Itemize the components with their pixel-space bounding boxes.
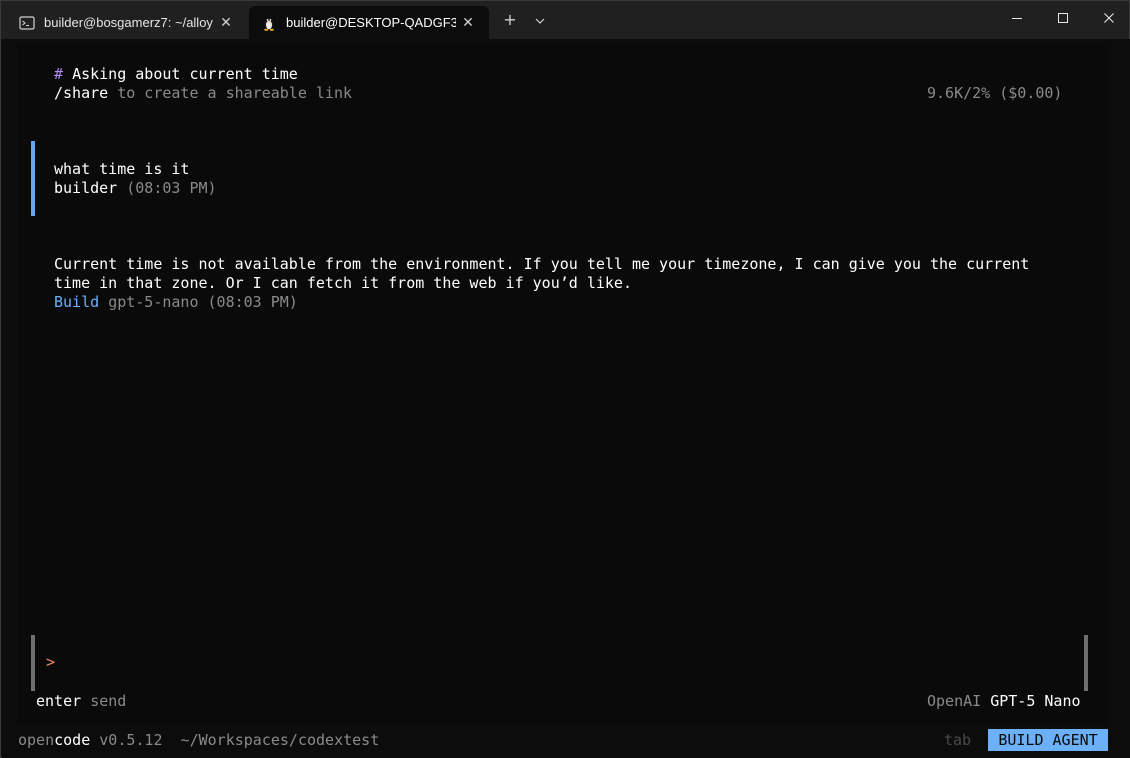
- assistant-agent: Build: [54, 293, 100, 311]
- close-window-button[interactable]: [1086, 1, 1130, 35]
- app-name-open: open: [18, 731, 55, 749]
- enter-key: enter: [36, 692, 82, 710]
- share-hint: to create a shareable link: [117, 84, 353, 102]
- assistant-message-line-1: Current time is not available from the e…: [54, 255, 1030, 273]
- model-info: OpenAI GPT-5 Nano: [927, 692, 1081, 711]
- heading-hash: #: [54, 65, 64, 83]
- user-time: (08:03 PM): [126, 179, 217, 197]
- close-icon[interactable]: ✕: [217, 13, 235, 31]
- tab-hint: tab: [944, 731, 972, 749]
- title-bar: builder@bosgamerz7: ~/alloy ✕ builder@DE…: [1, 1, 1129, 39]
- user-message-text: what time is it: [54, 160, 190, 178]
- terminal-window: builder@bosgamerz7: ~/alloy ✕ builder@DE…: [0, 0, 1130, 758]
- share-line: /share to create a shareable link: [54, 84, 352, 103]
- user-message-bar: [31, 141, 35, 216]
- minimize-button[interactable]: [994, 1, 1040, 35]
- prompt-symbol: >: [46, 653, 56, 671]
- provider-name: OpenAI: [927, 692, 982, 710]
- assistant-model: gpt-5-nano: [108, 293, 199, 311]
- app-version: v0.5.12: [99, 731, 163, 749]
- session-title: # Asking about current time: [54, 65, 298, 84]
- model-name: GPT-5 Nano: [990, 692, 1081, 710]
- status-bar: opencode v0.5.12 ~/Workspaces/codextest: [18, 731, 379, 750]
- usage-stats: 9.6K/2% ($0.00): [927, 84, 1063, 102]
- user-message-meta: builder (08:03 PM): [54, 179, 217, 198]
- agent-mode-badge[interactable]: BUILD AGENT: [985, 729, 1108, 751]
- tab-label: builder@DESKTOP-QADGF36:: [286, 15, 456, 30]
- user-author: builder: [54, 179, 118, 197]
- enter-hint: enter send: [36, 692, 126, 711]
- input-left-border: [31, 635, 35, 691]
- new-tab-button[interactable]: +: [495, 9, 525, 33]
- session-heading: Asking about current time: [72, 65, 298, 83]
- assistant-message-meta: Build gpt-5-nano (08:03 PM): [54, 293, 298, 312]
- maximize-button[interactable]: [1040, 1, 1086, 35]
- tab-dropdown-button[interactable]: [525, 9, 555, 33]
- assistant-time: (08:03 PM): [207, 293, 298, 311]
- tab-desktop[interactable]: builder@DESKTOP-QADGF36: ✕: [249, 6, 489, 39]
- terminal-content[interactable]: # Asking about current time /share to cr…: [2, 39, 1130, 758]
- input-right-border: [1084, 635, 1088, 691]
- tab-alloy[interactable]: builder@bosgamerz7: ~/alloy ✕: [7, 6, 247, 39]
- linux-penguin-icon: [261, 15, 277, 31]
- assistant-message-line-2: time in that zone. Or I can fetch it fro…: [54, 274, 632, 292]
- terminal-icon: [19, 15, 35, 31]
- app-name-code: code: [54, 731, 91, 749]
- working-directory: ~/Workspaces/codextest: [180, 731, 380, 749]
- enter-action: send: [90, 692, 127, 710]
- chat-panel: [18, 45, 1108, 725]
- tab-label: builder@bosgamerz7: ~/alloy: [44, 15, 213, 30]
- prompt-input[interactable]: [64, 653, 1064, 672]
- share-command[interactable]: /share: [54, 84, 108, 102]
- close-icon[interactable]: ✕: [459, 13, 477, 31]
